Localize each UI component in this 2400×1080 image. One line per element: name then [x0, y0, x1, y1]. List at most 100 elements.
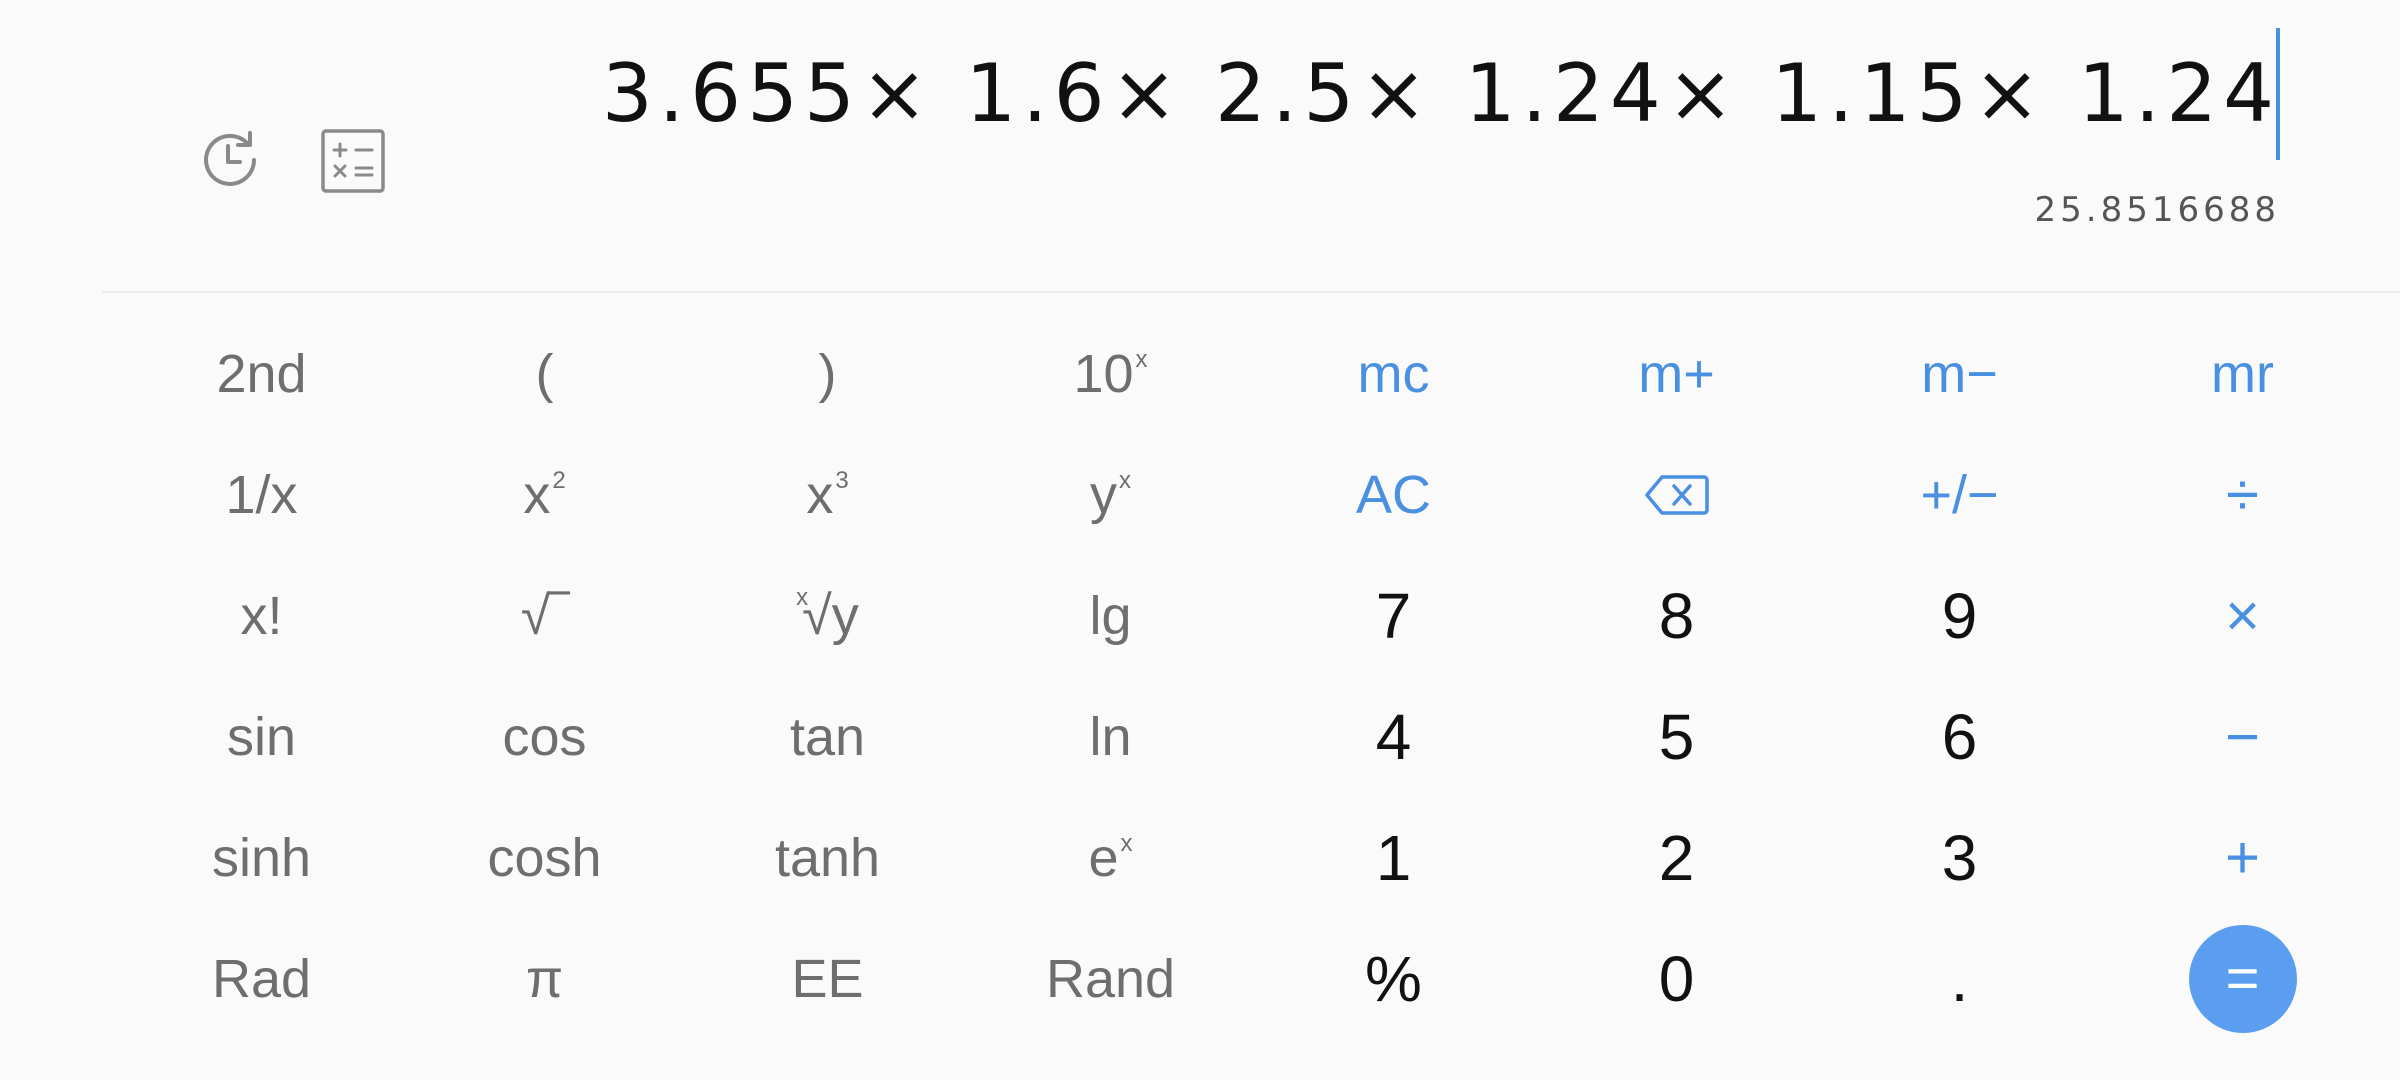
display-divider [102, 291, 2400, 293]
second-function-key[interactable]: 2nd [120, 313, 403, 434]
plus-key[interactable]: + [2101, 797, 2384, 918]
key-label: % [1365, 942, 1422, 1015]
key-label: sinh [211, 827, 312, 888]
digit-5-key[interactable]: 5 [1535, 676, 1818, 797]
digit-6-key[interactable]: 6 [1818, 676, 2101, 797]
key-label: 1 [1375, 821, 1412, 894]
key-label: y [1090, 464, 1117, 525]
key-superscript: x [1120, 829, 1133, 857]
pi-key[interactable]: π [403, 918, 686, 1039]
key-label: + [2224, 824, 2261, 891]
backspace-icon [1644, 474, 1709, 515]
key-label: mr [2211, 343, 2274, 404]
digit-3-key[interactable]: 3 [1818, 797, 2101, 918]
key-label: x [806, 464, 834, 525]
cos-key[interactable]: cos [403, 676, 686, 797]
memory-clear-key[interactable]: mc [1252, 313, 1535, 434]
key-label: 10 [1073, 343, 1134, 404]
ln-key[interactable]: ln [969, 676, 1252, 797]
random-key[interactable]: Rand [969, 918, 1252, 1039]
key-label: tan [789, 706, 866, 767]
multiply-key[interactable]: × [2101, 555, 2384, 676]
nth-root-key[interactable]: x √y [686, 555, 969, 676]
digit-7-key[interactable]: 7 [1252, 555, 1535, 676]
key-label: m+ [1638, 343, 1715, 404]
key-label: 1/x [225, 464, 298, 525]
cube-key[interactable]: x3 [686, 434, 969, 555]
key-label: 0 [1658, 942, 1695, 1015]
minus-key[interactable]: − [2101, 676, 2384, 797]
digit-8-key[interactable]: 8 [1535, 555, 1818, 676]
history-button[interactable] [190, 120, 270, 200]
digit-1-key[interactable]: 1 [1252, 797, 1535, 918]
memory-add-key[interactable]: m+ [1535, 313, 1818, 434]
memory-subtract-key[interactable]: m− [1818, 313, 2101, 434]
all-clear-key[interactable]: AC [1252, 434, 1535, 555]
digit-4-key[interactable]: 4 [1252, 676, 1535, 797]
key-label: lg [1089, 585, 1132, 646]
key-label: x [523, 464, 551, 525]
divide-key[interactable]: ÷ [2101, 434, 2384, 555]
key-label: = [2225, 946, 2260, 1011]
digit-2-key[interactable]: 2 [1535, 797, 1818, 918]
sin-key[interactable]: sin [120, 676, 403, 797]
result-preview: 25.8516688 [2034, 190, 2280, 230]
equals-button-circle: = [2188, 924, 2297, 1033]
square-key[interactable]: x2 [403, 434, 686, 555]
factorial-key[interactable]: x! [120, 555, 403, 676]
key-label: 2nd [216, 343, 307, 404]
key-label: √‾ [520, 585, 569, 646]
backspace-key[interactable] [1535, 434, 1818, 555]
digit-0-key[interactable]: 0 [1535, 918, 1818, 1039]
key-label: cos [502, 706, 587, 767]
calculator-screen: 3.655× 1.6× 2.5× 1.24× 1.15× 1.24 25.851… [0, 0, 2400, 1080]
key-label: × [2224, 582, 2261, 649]
key-label: 7 [1375, 579, 1412, 652]
memory-recall-key[interactable]: mr [2101, 313, 2384, 434]
key-label: EE [791, 948, 864, 1009]
key-label: ÷ [2226, 461, 2259, 528]
cosh-key[interactable]: cosh [403, 797, 686, 918]
key-label: mc [1357, 343, 1430, 404]
plus-minus-key[interactable]: +/− [1818, 434, 2101, 555]
key-label: 6 [1941, 700, 1978, 773]
digit-9-key[interactable]: 9 [1818, 555, 2101, 676]
power-key[interactable]: yx [969, 434, 1252, 555]
key-label: AC [1355, 464, 1431, 525]
history-icon [204, 131, 256, 186]
decimal-point-key[interactable]: . [1818, 918, 2101, 1039]
key-label: +/− [1920, 464, 1999, 525]
log10-key[interactable]: lg [969, 555, 1252, 676]
key-superscript: x [1135, 345, 1148, 373]
key-superscript: 3 [835, 466, 849, 494]
key-label: ) [818, 343, 837, 404]
key-label: π [525, 948, 564, 1009]
reciprocal-key[interactable]: 1/x [120, 434, 403, 555]
close-paren-key[interactable]: ) [686, 313, 969, 434]
exponent-entry-key[interactable]: EE [686, 918, 969, 1039]
tanh-key[interactable]: tanh [686, 797, 969, 918]
tan-key[interactable]: tan [686, 676, 969, 797]
key-label: ( [535, 343, 554, 404]
key-label: tanh [774, 827, 881, 888]
equals-key[interactable]: = [2101, 918, 2384, 1039]
expression-display[interactable]: 3.655× 1.6× 2.5× 1.24× 1.15× 1.24 [602, 28, 2280, 158]
key-label: . [1950, 942, 1969, 1015]
keypad: 2nd ( ) 10 x mc m+ m− mr 1/x x2 x3 yx AC … [120, 313, 2400, 1048]
key-label: 4 [1375, 700, 1412, 773]
key-label: 3 [1941, 821, 1978, 894]
key-label: 9 [1941, 579, 1978, 652]
key-label: 5 [1658, 700, 1695, 773]
exp-key[interactable]: ex [969, 797, 1252, 918]
key-label: x! [240, 585, 283, 646]
square-root-key[interactable]: √‾ [403, 555, 686, 676]
key-label: Rad [211, 948, 312, 1009]
radian-mode-key[interactable]: Rad [120, 918, 403, 1039]
sinh-key[interactable]: sinh [120, 797, 403, 918]
ten-power-key[interactable]: 10 x [969, 313, 1252, 434]
key-label: m− [1921, 343, 1998, 404]
unit-converter-button[interactable] [316, 124, 390, 198]
open-paren-key[interactable]: ( [403, 313, 686, 434]
key-label: √y [802, 585, 859, 646]
percent-key[interactable]: % [1252, 918, 1535, 1039]
